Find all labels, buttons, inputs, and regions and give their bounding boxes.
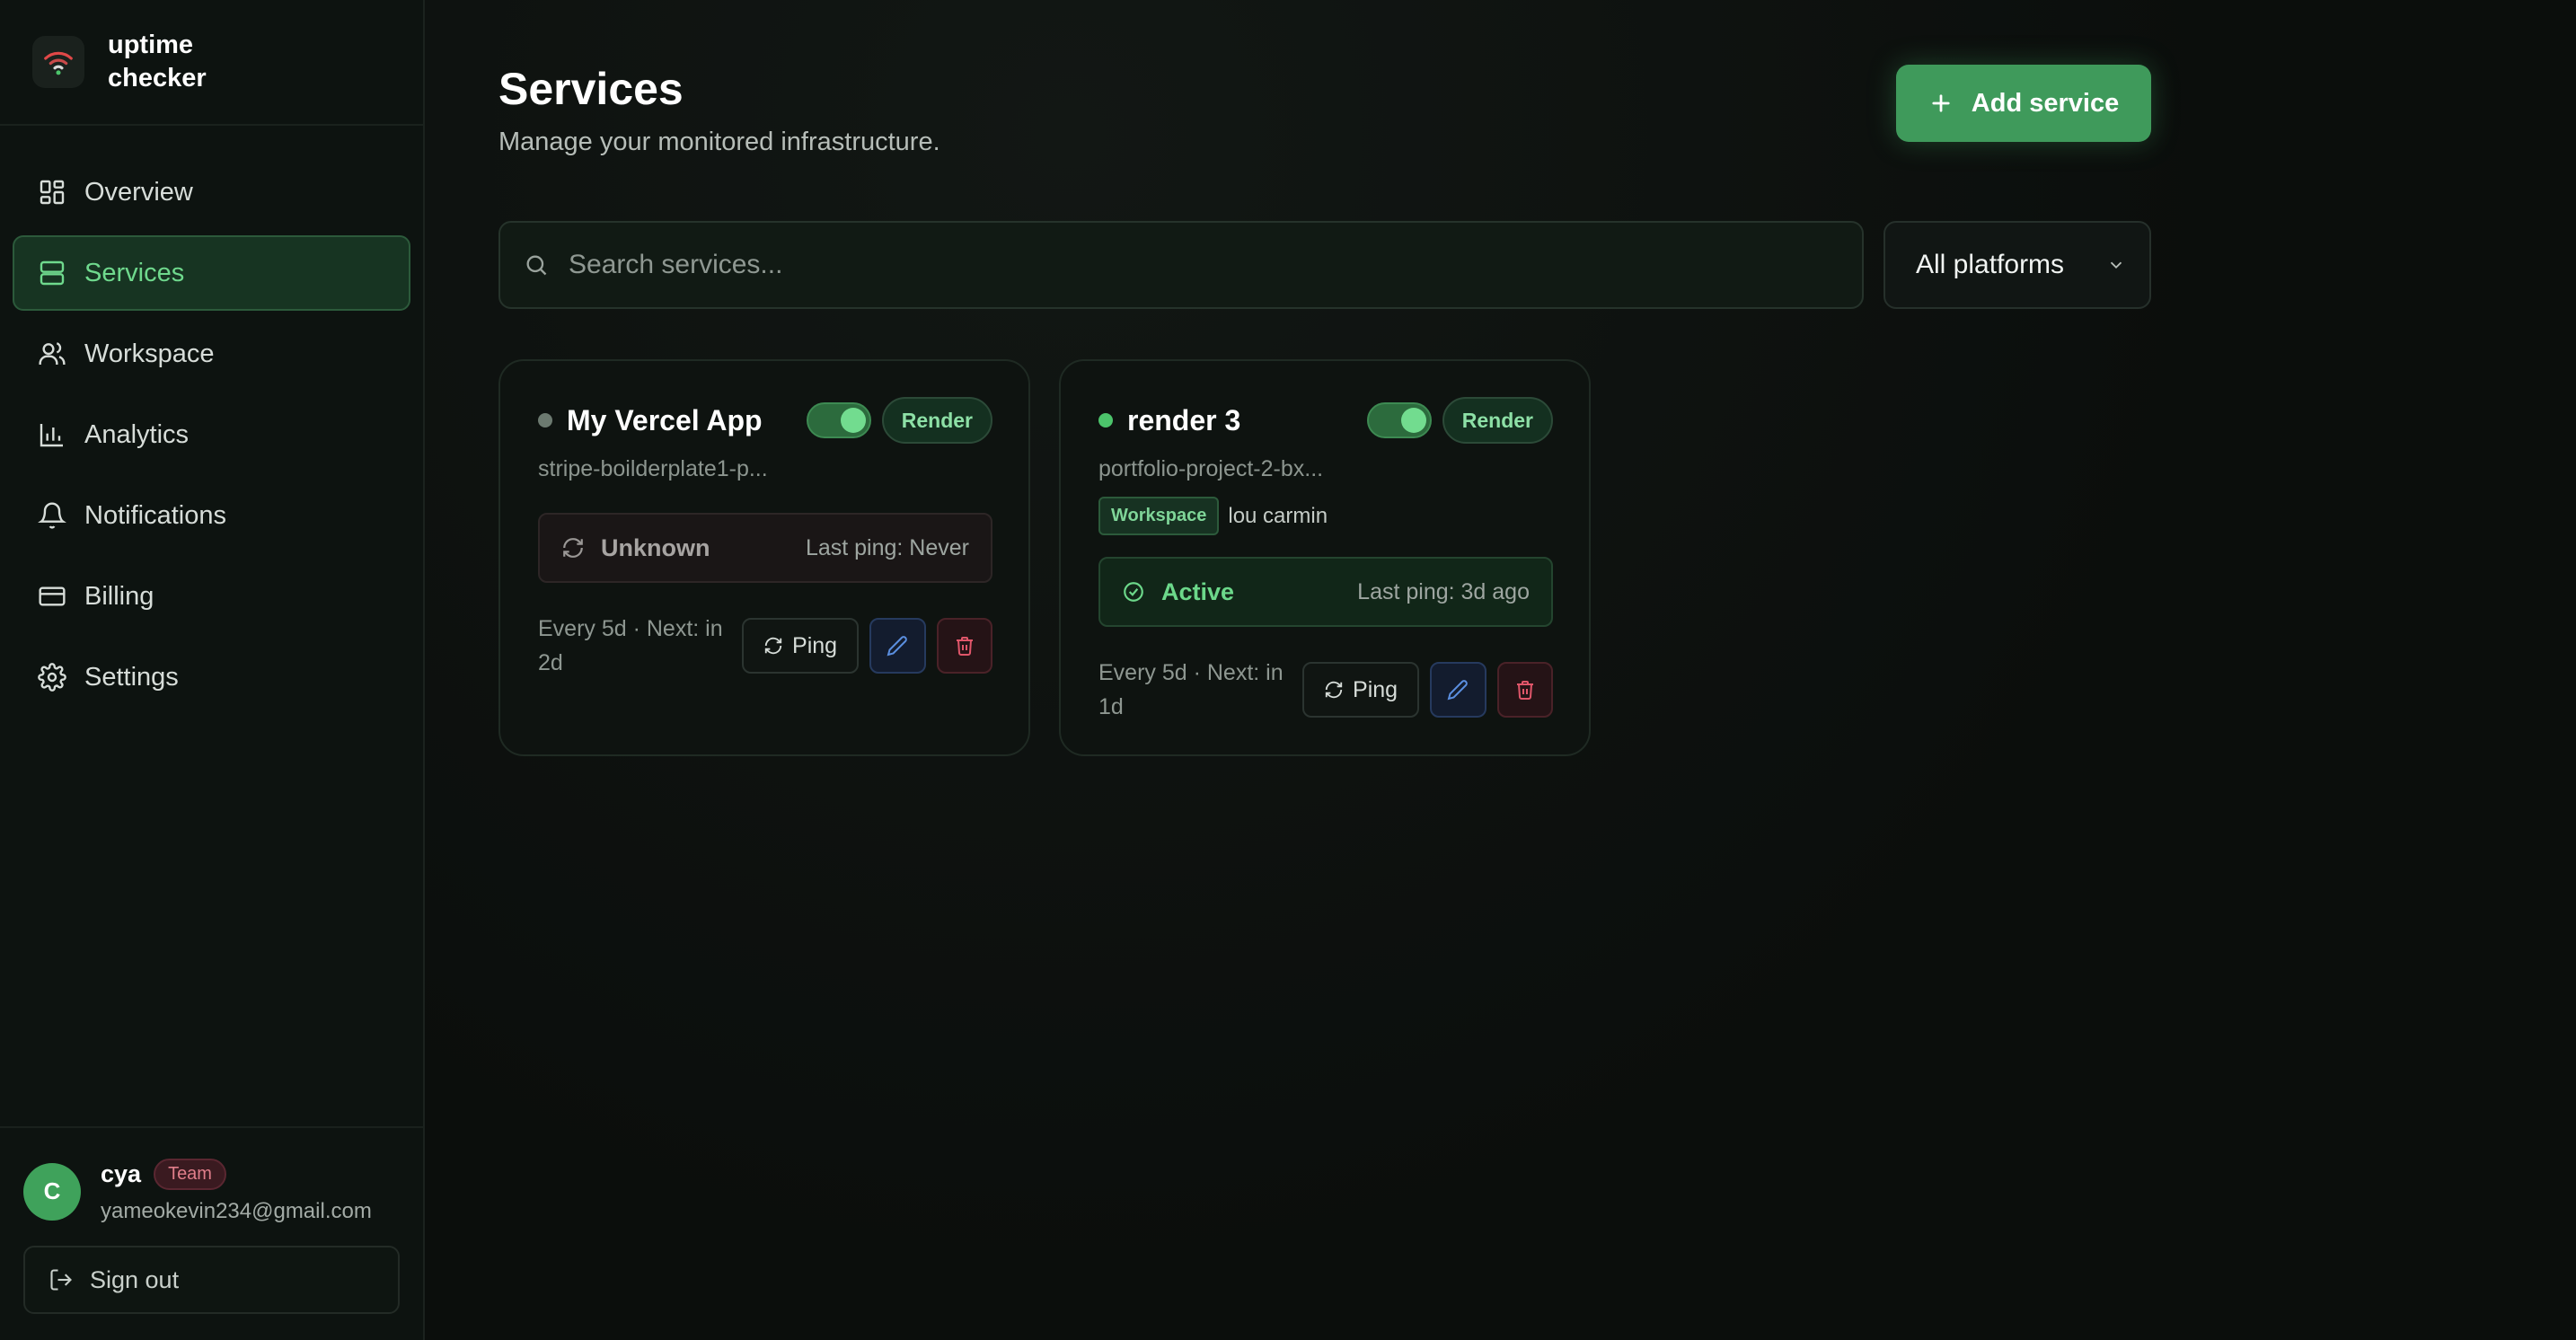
service-card: render 3 Render portfolio-project-2-bx..… — [1059, 359, 1591, 756]
status-label: Unknown — [601, 533, 710, 561]
sidebar-item-workspace[interactable]: Workspace — [13, 316, 410, 392]
sign-out-button[interactable]: Sign out — [23, 1246, 400, 1314]
ping-label: Ping — [1353, 676, 1398, 702]
sidebar-item-label: Services — [84, 258, 185, 287]
chevron-down-icon — [2110, 261, 2122, 269]
server-icon — [40, 260, 65, 286]
user-name: cya — [101, 1160, 142, 1187]
service-enabled-toggle[interactable] — [1366, 402, 1432, 438]
sidebar-item-analytics[interactable]: Analytics — [13, 397, 410, 472]
users-icon — [39, 342, 66, 365]
service-subtitle: portfolio-project-2-bx... — [1098, 456, 1324, 481]
delete-button[interactable] — [1496, 662, 1553, 718]
workspace-tag: Workspace — [1098, 497, 1220, 535]
service-enabled-toggle[interactable] — [806, 402, 871, 438]
app-root: uptime checker Overview Services Workspa… — [0, 0, 2576, 1340]
last-ping: Last ping: 3d ago — [1357, 578, 1530, 604]
workspace-name: lou carmin — [1228, 503, 1328, 528]
gear-icon — [38, 663, 66, 692]
trash-icon — [1516, 681, 1533, 700]
service-name: My Vercel App — [567, 403, 763, 436]
search-box — [498, 221, 1864, 309]
sidebar-item-overview[interactable]: Overview — [13, 154, 410, 230]
schedule-text: Every 5d · Next: in 2d — [538, 616, 723, 675]
platform-badge: Render — [1442, 397, 1553, 444]
sidebar-item-label: Notifications — [84, 500, 226, 530]
sidebar-item-label: Settings — [84, 662, 179, 692]
sidebar-item-settings[interactable]: Settings — [13, 639, 410, 715]
search-icon — [526, 255, 547, 276]
add-service-button[interactable]: Add service — [1896, 65, 2151, 142]
status-dot — [1098, 413, 1113, 428]
sidebar-item-label: Overview — [84, 177, 193, 207]
sidebar-nav: Overview Services Workspace Analytics No… — [0, 126, 423, 715]
edit-button[interactable] — [869, 618, 926, 674]
brand[interactable]: uptime checker — [0, 0, 423, 126]
platform-filter-select[interactable]: All platforms — [1883, 221, 2151, 309]
sidebar-item-label: Billing — [84, 581, 154, 611]
pencil-icon — [887, 636, 908, 657]
service-subtitle: stripe-boilderplate1-p... — [538, 456, 768, 481]
schedule-text: Every 5d · Next: in 1d — [1098, 660, 1284, 719]
status-box: Unknown Last ping: Never — [538, 513, 992, 583]
refresh-icon — [563, 538, 583, 558]
app-name: uptime checker — [108, 31, 207, 93]
bell-icon — [38, 502, 66, 529]
sidebar-item-notifications[interactable]: Notifications — [13, 478, 410, 553]
ping-button[interactable]: Ping — [742, 618, 860, 674]
platform-badge: Render — [881, 397, 992, 444]
delete-button[interactable] — [936, 618, 992, 674]
log-out-icon — [50, 1269, 72, 1291]
sidebar: uptime checker Overview Services Workspa… — [0, 0, 425, 1340]
main-content: Services Manage your monitored infrastru… — [425, 0, 2576, 1340]
status-label: Active — [1161, 577, 1235, 605]
bar-chart-icon — [40, 424, 63, 447]
sidebar-item-label: Workspace — [84, 339, 215, 368]
plus-icon — [1932, 94, 1950, 112]
sidebar-item-billing[interactable]: Billing — [13, 559, 410, 634]
user-panel: C cya Team yameokevin234@gmail.com Sign … — [0, 1126, 423, 1340]
platform-filter-value: All platforms — [1916, 250, 2065, 279]
status-dot — [538, 413, 552, 428]
page-subtitle: Manage your monitored infrastructure. — [498, 128, 940, 156]
service-name: render 3 — [1127, 403, 1241, 436]
add-service-label: Add service — [1971, 88, 2120, 118]
user-email: yameokevin234@gmail.com — [101, 1199, 372, 1223]
ping-label: Ping — [792, 632, 838, 658]
page-title: Services — [498, 64, 684, 114]
service-card: My Vercel App Render stripe-boilderplate… — [498, 359, 1030, 756]
status-box: Active Last ping: 3d ago — [1098, 557, 1553, 627]
refresh-icon — [1325, 681, 1343, 699]
credit-card-icon — [39, 586, 66, 606]
pencil-icon — [1447, 680, 1469, 701]
dashboard-icon — [40, 180, 65, 205]
refresh-icon — [764, 637, 782, 655]
plan-badge: Team — [154, 1159, 226, 1190]
search-input[interactable] — [569, 250, 1826, 280]
sign-out-label: Sign out — [90, 1265, 180, 1293]
sidebar-item-services[interactable]: Services — [13, 235, 410, 311]
wifi-logo-icon — [32, 36, 84, 88]
sidebar-item-label: Analytics — [84, 419, 190, 449]
check-circle-icon — [1124, 582, 1143, 602]
edit-button[interactable] — [1430, 662, 1486, 718]
trash-icon — [956, 637, 973, 656]
last-ping: Last ping: Never — [805, 534, 969, 560]
ping-button[interactable]: Ping — [1302, 662, 1420, 718]
avatar[interactable]: C — [23, 1162, 81, 1221]
